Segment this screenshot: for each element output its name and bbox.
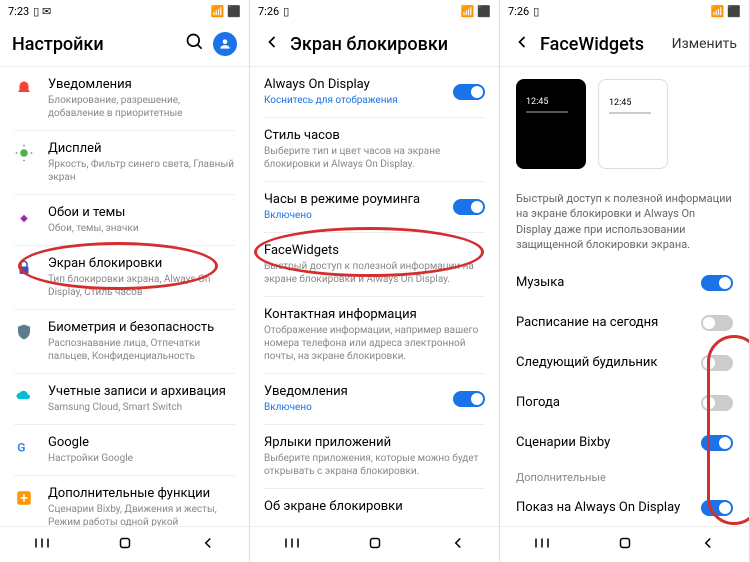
brush-icon — [14, 207, 34, 227]
section-label: Дополнительные — [500, 463, 749, 488]
header: Настройки — [0, 22, 249, 67]
toggle-aod-show[interactable] — [701, 500, 733, 516]
statusbar: 7:23 ▯ ✉ 📶 ⬛ — [0, 0, 249, 22]
back-icon[interactable] — [262, 32, 282, 56]
facewidgets-content: 12:45 12:45 Быстрый доступ к полезной ин… — [500, 67, 749, 526]
toggle-music[interactable] — [701, 275, 733, 291]
item-aod[interactable]: Always On DisplayКоснитесь для отображен… — [250, 67, 499, 117]
preview-dark[interactable]: 12:45 — [516, 79, 586, 169]
toggle-alarm[interactable] — [701, 355, 733, 371]
settings-list: УведомленияБлокирование, разрешение, доб… — [0, 67, 249, 526]
item-roaming-clock[interactable]: Часы в режиме роумингаВключено — [250, 182, 499, 232]
toggle-weather[interactable] — [701, 395, 733, 411]
description: Быстрый доступ к полезной информации на … — [500, 181, 749, 263]
item-music[interactable]: Музыка — [500, 263, 749, 303]
sun-icon — [14, 143, 34, 163]
signal-icon: 📶 ⬛ — [211, 5, 241, 18]
item-display[interactable]: ДисплейЯркость, Фильтр синего света, Гла… — [0, 131, 249, 194]
edit-button[interactable]: Изменить — [672, 36, 737, 52]
item-contact[interactable]: Контактная информацияОтображение информа… — [250, 297, 499, 373]
item-lockscreen[interactable]: Экран блокировкиТип блокировки экрана, A… — [0, 246, 249, 309]
item-clockstyle[interactable]: Стиль часовВыберите тип и цвет часов на … — [250, 118, 499, 181]
back-icon[interactable] — [199, 534, 217, 556]
screen-facewidgets: 7:26 ▯ 📶 ⬛ FaceWidgets Изменить 12:45 12:… — [500, 0, 750, 562]
back-icon[interactable] — [449, 534, 467, 556]
item-shortcuts[interactable]: Ярлыки приложенийВыберите приложения, ко… — [250, 425, 499, 488]
item-accounts[interactable]: Учетные записи и архивацияSamsung Cloud,… — [0, 374, 249, 424]
google-icon: G — [14, 437, 34, 457]
recents-icon[interactable] — [33, 534, 51, 556]
navbar — [0, 526, 249, 562]
status-time: 7:26 — [258, 5, 279, 18]
lockscreen-list: Always On DisplayКоснитесь для отображен… — [250, 67, 499, 526]
notif-icon: ▯ ✉ — [33, 5, 51, 18]
back-icon[interactable] — [699, 534, 717, 556]
page-title: FaceWidgets — [540, 34, 664, 55]
status-time: 7:23 — [8, 5, 29, 18]
item-wallpaper[interactable]: Обои и темыОбои, темы, значки — [0, 195, 249, 245]
back-icon[interactable] — [512, 32, 532, 56]
item-biometrics[interactable]: Биометрия и безопасностьРаспознавание ли… — [0, 310, 249, 373]
item-schedule[interactable]: Расписание на сегодня — [500, 303, 749, 343]
toggle-schedule[interactable] — [701, 315, 733, 331]
signal-icon: 📶 ⬛ — [711, 5, 741, 18]
lock-icon — [14, 258, 34, 278]
preview-light[interactable]: 12:45 — [598, 79, 668, 169]
item-google[interactable]: G GoogleНастройки Google — [0, 425, 249, 475]
header: Экран блокировки — [250, 22, 499, 67]
item-about[interactable]: Об экране блокировки — [250, 489, 499, 526]
avatar[interactable] — [213, 32, 237, 56]
navbar — [500, 526, 749, 562]
statusbar: 7:26 ▯ 📶 ⬛ — [250, 0, 499, 22]
status-time: 7:26 — [508, 5, 529, 18]
signal-icon: 📶 ⬛ — [461, 5, 491, 18]
cloud-icon — [14, 386, 34, 406]
navbar — [250, 526, 499, 562]
preview-row: 12:45 12:45 — [500, 67, 749, 181]
notif-icon: ▯ — [533, 5, 539, 18]
item-advanced[interactable]: Дополнительные функцииСценарии Bixby, Дв… — [0, 476, 249, 526]
home-icon[interactable] — [616, 534, 634, 556]
screen-lockscreen: 7:26 ▯ 📶 ⬛ Экран блокировки Always On Dis… — [250, 0, 500, 562]
search-icon[interactable] — [185, 32, 205, 56]
recents-icon[interactable] — [533, 534, 551, 556]
plus-icon — [14, 488, 34, 508]
item-bixby[interactable]: Сценарии Bixby — [500, 423, 749, 463]
item-alarm[interactable]: Следующий будильник — [500, 343, 749, 383]
home-icon[interactable] — [366, 534, 384, 556]
shield-icon — [14, 322, 34, 342]
toggle-roaming[interactable] — [453, 199, 485, 215]
toggle-notifications[interactable] — [453, 391, 485, 407]
home-icon[interactable] — [116, 534, 134, 556]
statusbar: 7:26 ▯ 📶 ⬛ — [500, 0, 749, 22]
header: FaceWidgets Изменить — [500, 22, 749, 67]
item-notifications[interactable]: УведомленияВключено — [250, 374, 499, 424]
screen-settings: 7:23 ▯ ✉ 📶 ⬛ Настройки УведомленияБлокиро… — [0, 0, 250, 562]
recents-icon[interactable] — [283, 534, 301, 556]
toggle-aod[interactable] — [453, 84, 485, 100]
item-facewidgets[interactable]: FaceWidgetsБыстрый доступ к полезной инф… — [250, 233, 499, 296]
bell-icon — [14, 79, 34, 99]
toggle-bixby[interactable] — [701, 435, 733, 451]
item-aod-show[interactable]: Показ на Always On Display — [500, 488, 749, 526]
notif-icon: ▯ — [283, 5, 289, 18]
item-notifications[interactable]: УведомленияБлокирование, разрешение, доб… — [0, 67, 249, 130]
item-weather[interactable]: Погода — [500, 383, 749, 423]
svg-text:G: G — [17, 441, 25, 455]
page-title: Экран блокировки — [290, 34, 487, 55]
page-title: Настройки — [12, 34, 177, 55]
